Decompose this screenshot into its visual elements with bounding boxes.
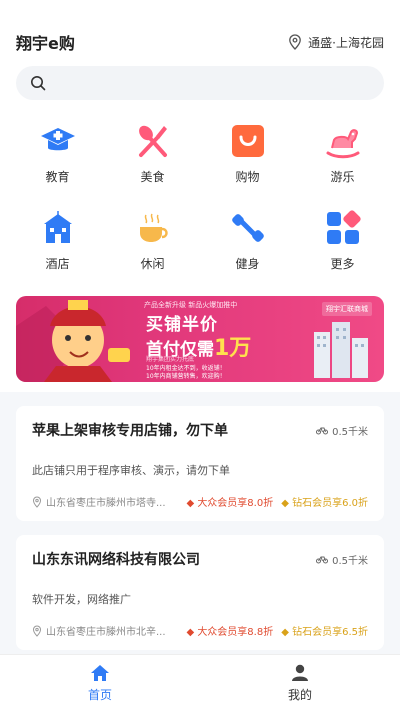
- category-fitness[interactable]: 健身: [200, 207, 295, 272]
- app-header: 翔宇e购 通盛·上海花园: [0, 18, 400, 66]
- store-address: 山东省枣庄市滕州市塔寺...: [32, 494, 180, 509]
- address-label: 山东省枣庄市滕州市北辛...: [46, 627, 166, 638]
- category-shopping[interactable]: 购物: [200, 120, 295, 185]
- category-education[interactable]: 教育: [10, 120, 105, 185]
- diamond-discount-label: 钻石会员享6.5折: [292, 627, 368, 638]
- tab-mine[interactable]: 我的: [200, 655, 400, 711]
- location-selector[interactable]: 通盛·上海花园: [288, 34, 384, 51]
- tab-label: 首页: [87, 687, 112, 702]
- tab-home[interactable]: 首页: [0, 655, 200, 711]
- category-label: 购物: [235, 170, 260, 184]
- store-address: 山东省枣庄市滕州市北辛...: [32, 623, 180, 638]
- building-illustration: [314, 322, 368, 378]
- user-icon: [292, 664, 308, 681]
- store-name: 苹果上架审核专用店铺，勿下单: [32, 423, 228, 439]
- distance-label: 0.5千米: [332, 426, 368, 438]
- search-section: [0, 66, 400, 110]
- member-discount-tag: ◆ 大众会员享8.8折: [186, 627, 274, 638]
- fork-knife-icon: [138, 125, 167, 157]
- category-grid: 教育 美食 购物 游乐 酒店 休闲 健身 更多: [0, 110, 400, 278]
- location-pin-icon: [32, 495, 42, 508]
- bicycle-icon: [316, 427, 329, 435]
- bottom-tab-bar: 首页 我的: [0, 654, 400, 711]
- location-label: 通盛·上海花园: [308, 35, 384, 50]
- status-bar: [0, 0, 400, 18]
- coffee-cup-icon: [139, 213, 168, 242]
- store-description: 软件开发，网络推广: [32, 593, 131, 606]
- more-grid-icon: [326, 210, 361, 244]
- dumbbell-icon: [231, 214, 264, 242]
- category-label: 教育: [45, 170, 70, 184]
- location-pin-icon: [289, 34, 302, 50]
- app-title: 翔宇e购: [16, 34, 75, 53]
- home-icon: [91, 664, 109, 681]
- store-distance: 0.5千米: [316, 423, 368, 438]
- diamond-discount-tag: ◆ 钻石会员享6.5折: [281, 627, 368, 638]
- store-card[interactable]: 山东东讯网络科技有限公司 0.5千米 软件开发，网络推广 山东省枣庄市滕州市北辛…: [16, 535, 384, 650]
- banner-subtext: 翔宇集团实力托底: [146, 356, 195, 363]
- store-name: 山东东讯网络科技有限公司: [32, 552, 200, 568]
- hotel-icon: [43, 211, 72, 243]
- category-food[interactable]: 美食: [105, 120, 200, 185]
- category-hotel[interactable]: 酒店: [10, 207, 105, 272]
- diamond-discount-tag: ◆ 钻石会员享6.0折: [281, 498, 368, 509]
- category-more[interactable]: 更多: [295, 207, 390, 272]
- search-icon: [31, 76, 46, 91]
- banner-top-text: 产品全新升级 新品火爆加推中: [144, 301, 238, 309]
- category-label: 美食: [140, 170, 165, 184]
- diamond-discount-label: 钻石会员享6.0折: [292, 498, 368, 509]
- banner-note: 10年内商铺营转售，欢迎购！: [146, 373, 226, 380]
- rocking-horse-icon: [326, 129, 359, 159]
- graduation-cap-icon: [40, 128, 75, 151]
- promo-banner[interactable]: 产品全新升级 新品火爆加推中 买铺半价 首付仅需1万 翔宇集团实力托底 10年内…: [16, 296, 384, 382]
- category-amusement[interactable]: 游乐: [295, 120, 390, 185]
- banner-amount: 1万: [214, 336, 252, 361]
- mascot-illustration: [16, 300, 130, 382]
- category-label: 酒店: [45, 257, 70, 271]
- shopping-bag-icon: [231, 125, 264, 157]
- member-discount-label: 大众会员享8.0折: [197, 498, 274, 509]
- store-description: 此店铺只用于程序审核、演示，请勿下单: [32, 464, 230, 477]
- banner-section: 产品全新升级 新品火爆加推中 买铺半价 首付仅需1万 翔宇集团实力托底 10年内…: [0, 278, 400, 392]
- category-label: 更多: [330, 257, 355, 271]
- member-discount-label: 大众会员享8.8折: [197, 627, 274, 638]
- store-distance: 0.5千米: [316, 552, 368, 567]
- member-discount-tag: ◆ 大众会员享8.0折: [186, 498, 274, 509]
- bicycle-icon: [316, 556, 329, 564]
- tab-label: 我的: [287, 687, 312, 702]
- store-card[interactable]: 苹果上架审核专用店铺，勿下单 0.5千米 此店铺只用于程序审核、演示，请勿下单 …: [16, 406, 384, 521]
- category-label: 游乐: [330, 170, 355, 184]
- category-label: 休闲: [140, 257, 165, 271]
- distance-label: 0.5千米: [332, 555, 368, 567]
- location-pin-icon: [32, 624, 42, 637]
- banner-mall-logo: 翔宇汇联商城: [322, 302, 372, 316]
- category-leisure[interactable]: 休闲: [105, 207, 200, 272]
- address-label: 山东省枣庄市滕州市塔寺...: [46, 498, 166, 509]
- search-input[interactable]: [16, 66, 384, 100]
- category-label: 健身: [235, 257, 260, 271]
